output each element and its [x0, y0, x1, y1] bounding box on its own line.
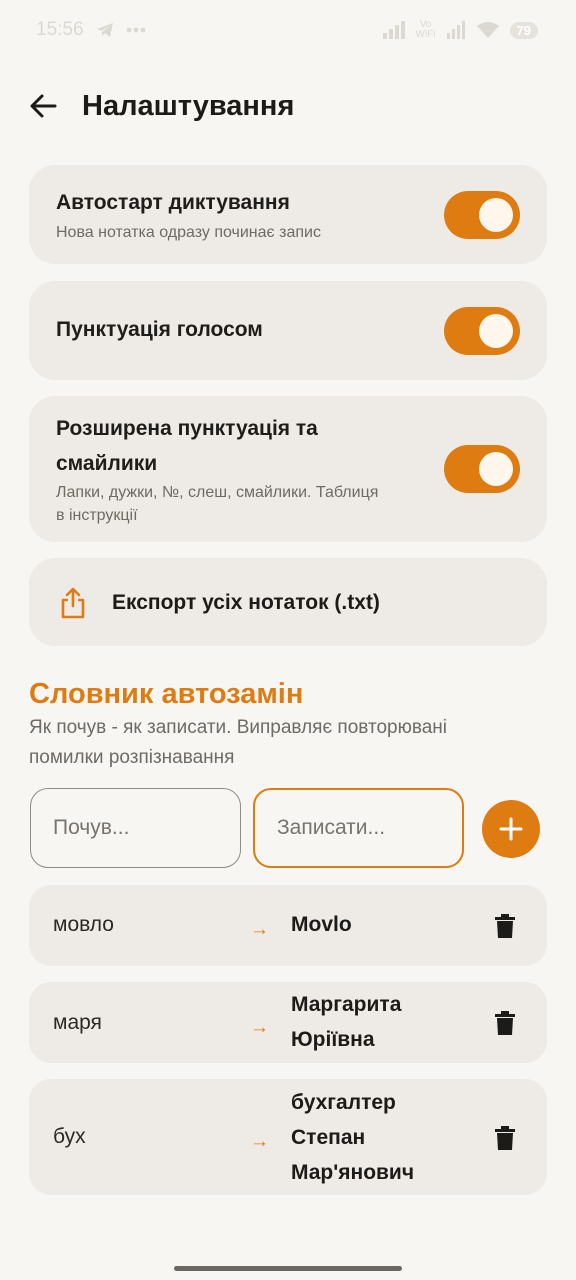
vowifi-bottom: WiFi	[415, 29, 436, 40]
signal-icon	[382, 21, 406, 39]
dictionary-title: Словник автозамін	[29, 678, 304, 710]
export-notes-button[interactable]: Експорт усіх нотаток (.txt)	[29, 558, 547, 646]
toggle-knob	[479, 452, 513, 486]
trash-icon[interactable]	[495, 1126, 515, 1150]
rule-arrow: →	[250, 1017, 269, 1038]
share-icon	[61, 587, 85, 619]
write-input-placeholder: Записати...	[277, 816, 386, 839]
toggle-knob	[479, 198, 513, 232]
rule-arrow: →	[250, 1131, 269, 1152]
voice-punctuation-toggle[interactable]	[444, 307, 520, 355]
battery-level: 79	[509, 21, 538, 39]
home-indicator[interactable]	[174, 1266, 402, 1271]
setting-title: Автостарт диктування	[56, 191, 290, 214]
list-item: бух → бухгалтер Степан Мар'янович	[29, 1079, 547, 1195]
setting-autostart-dictation[interactable]: Автостарт диктування Нова нотатка одразу…	[29, 165, 547, 264]
status-bar-left: 15:56	[36, 19, 146, 41]
setting-extended-punctuation[interactable]: Розширена пунктуація та смайлики Лапки, …	[29, 396, 547, 542]
trash-icon[interactable]	[495, 914, 515, 938]
vowifi-indicator: Vo WiFi	[416, 20, 436, 40]
status-bar-right: Vo WiFi 79	[382, 20, 538, 40]
rule-arrow: →	[250, 919, 269, 940]
rule-write: бухгалтер Степан Мар'янович	[291, 1085, 491, 1190]
signal-icon-2	[446, 21, 466, 39]
setting-voice-punctuation[interactable]: Пунктуація голосом	[29, 281, 547, 380]
page-title: Налаштування	[82, 89, 295, 122]
back-button[interactable]	[26, 89, 60, 123]
autostart-toggle[interactable]	[444, 191, 520, 239]
dictionary-description: Як почув - як записати. Виправляє повтор…	[29, 713, 529, 773]
trash-icon[interactable]	[495, 1011, 515, 1035]
heard-input[interactable]: Почув...	[30, 788, 241, 868]
list-item: маря → Маргарита Юріївна	[29, 982, 547, 1063]
write-input[interactable]: Записати...	[253, 788, 464, 868]
rule-write-line: Маргарита	[291, 993, 402, 1016]
wifi-icon	[476, 21, 500, 39]
list-item: мовло → Movlo	[29, 885, 547, 966]
plus-icon	[499, 817, 523, 841]
setting-title-line2: смайлики	[56, 452, 158, 475]
rule-write-line: бухгалтер	[291, 1091, 396, 1114]
more-notifications-icon	[126, 27, 146, 33]
export-label: Експорт усіх нотаток (.txt)	[112, 591, 380, 614]
rule-write-line: Юріївна	[291, 1028, 375, 1051]
rule-write: Маргарита Юріївна	[291, 987, 491, 1057]
rule-heard: маря	[53, 1011, 102, 1034]
heard-input-placeholder: Почув...	[53, 816, 130, 839]
setting-subtitle-line2: в інструкції	[56, 507, 138, 524]
rule-write-line: Мар'янович	[291, 1161, 415, 1184]
setting-title: Пунктуація голосом	[56, 318, 263, 341]
arrow-left-icon	[30, 94, 57, 118]
rule-heard: бух	[53, 1125, 86, 1148]
extended-punctuation-toggle[interactable]	[444, 445, 520, 493]
rule-write-line: Степан	[291, 1126, 366, 1149]
toggle-knob	[479, 314, 513, 348]
rule-heard: мовло	[53, 913, 114, 936]
setting-subtitle-line1: Лапки, дужки, №, слеш, смайлики. Таблиця	[56, 484, 379, 501]
telegram-icon	[96, 22, 114, 38]
app-header: Налаштування	[26, 80, 550, 132]
dictionary-description-line1: Як почув - як записати. Виправляє повтор…	[29, 717, 447, 738]
status-bar: 15:56 Vo WiFi 79	[0, 0, 576, 60]
setting-title-line1: Розширена пунктуація та	[56, 417, 318, 440]
setting-subtitle: Нова нотатка одразу починає запис	[56, 224, 321, 241]
dictionary-description-line2: помилки розпізнавання	[29, 747, 235, 768]
rule-write: Movlo	[291, 907, 491, 942]
status-time: 15:56	[36, 19, 84, 40]
add-rule-button[interactable]	[482, 800, 540, 858]
rule-write-line: Movlo	[291, 913, 352, 936]
